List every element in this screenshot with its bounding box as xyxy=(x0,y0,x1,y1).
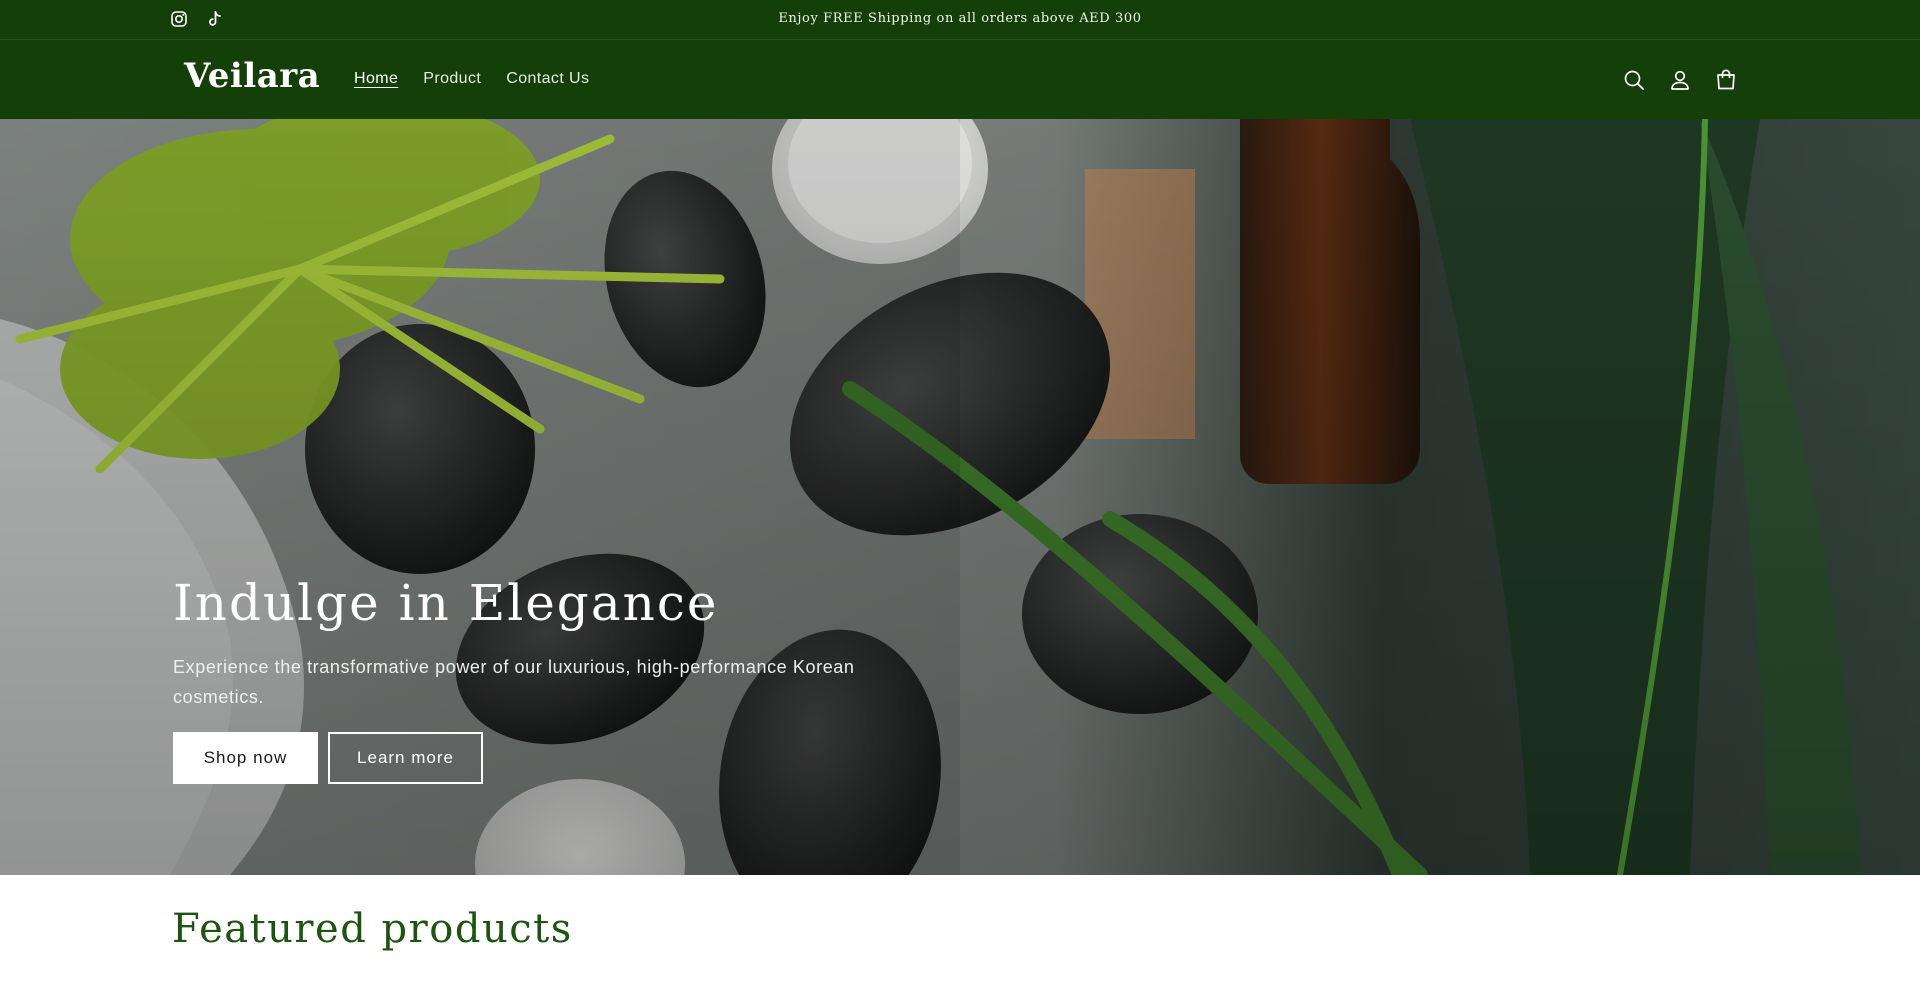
nav-item-home[interactable]: Home xyxy=(354,70,398,90)
nav-item-product[interactable]: Product xyxy=(423,70,481,90)
announcement-bar: Enjoy FREE Shipping on all orders above … xyxy=(0,0,1920,40)
hero-title: Indulge in Elegance xyxy=(173,574,719,632)
header-actions xyxy=(1622,68,1738,92)
cart-icon[interactable] xyxy=(1714,68,1738,92)
announcement-text: Enjoy FREE Shipping on all orders above … xyxy=(778,11,1142,26)
search-icon[interactable] xyxy=(1622,68,1646,92)
featured-products-heading: Featured products xyxy=(172,906,573,952)
hero-content: Indulge in Elegance Experience the trans… xyxy=(173,574,933,784)
hero-subtitle: Experience the transformative power of o… xyxy=(173,657,855,707)
shop-now-button[interactable]: Shop now xyxy=(173,732,318,784)
account-icon[interactable] xyxy=(1668,68,1692,92)
site-header: Veilara Home Product Contact Us xyxy=(0,40,1920,119)
hero-buttons: Shop now Learn more xyxy=(173,732,933,784)
hero-banner: Indulge in Elegance Experience the trans… xyxy=(0,119,1920,875)
main-nav: Home Product Contact Us xyxy=(354,70,589,90)
nav-item-contact-us[interactable]: Contact Us xyxy=(506,70,589,90)
learn-more-button[interactable]: Learn more xyxy=(328,732,483,784)
site-logo[interactable]: Veilara xyxy=(184,56,320,96)
